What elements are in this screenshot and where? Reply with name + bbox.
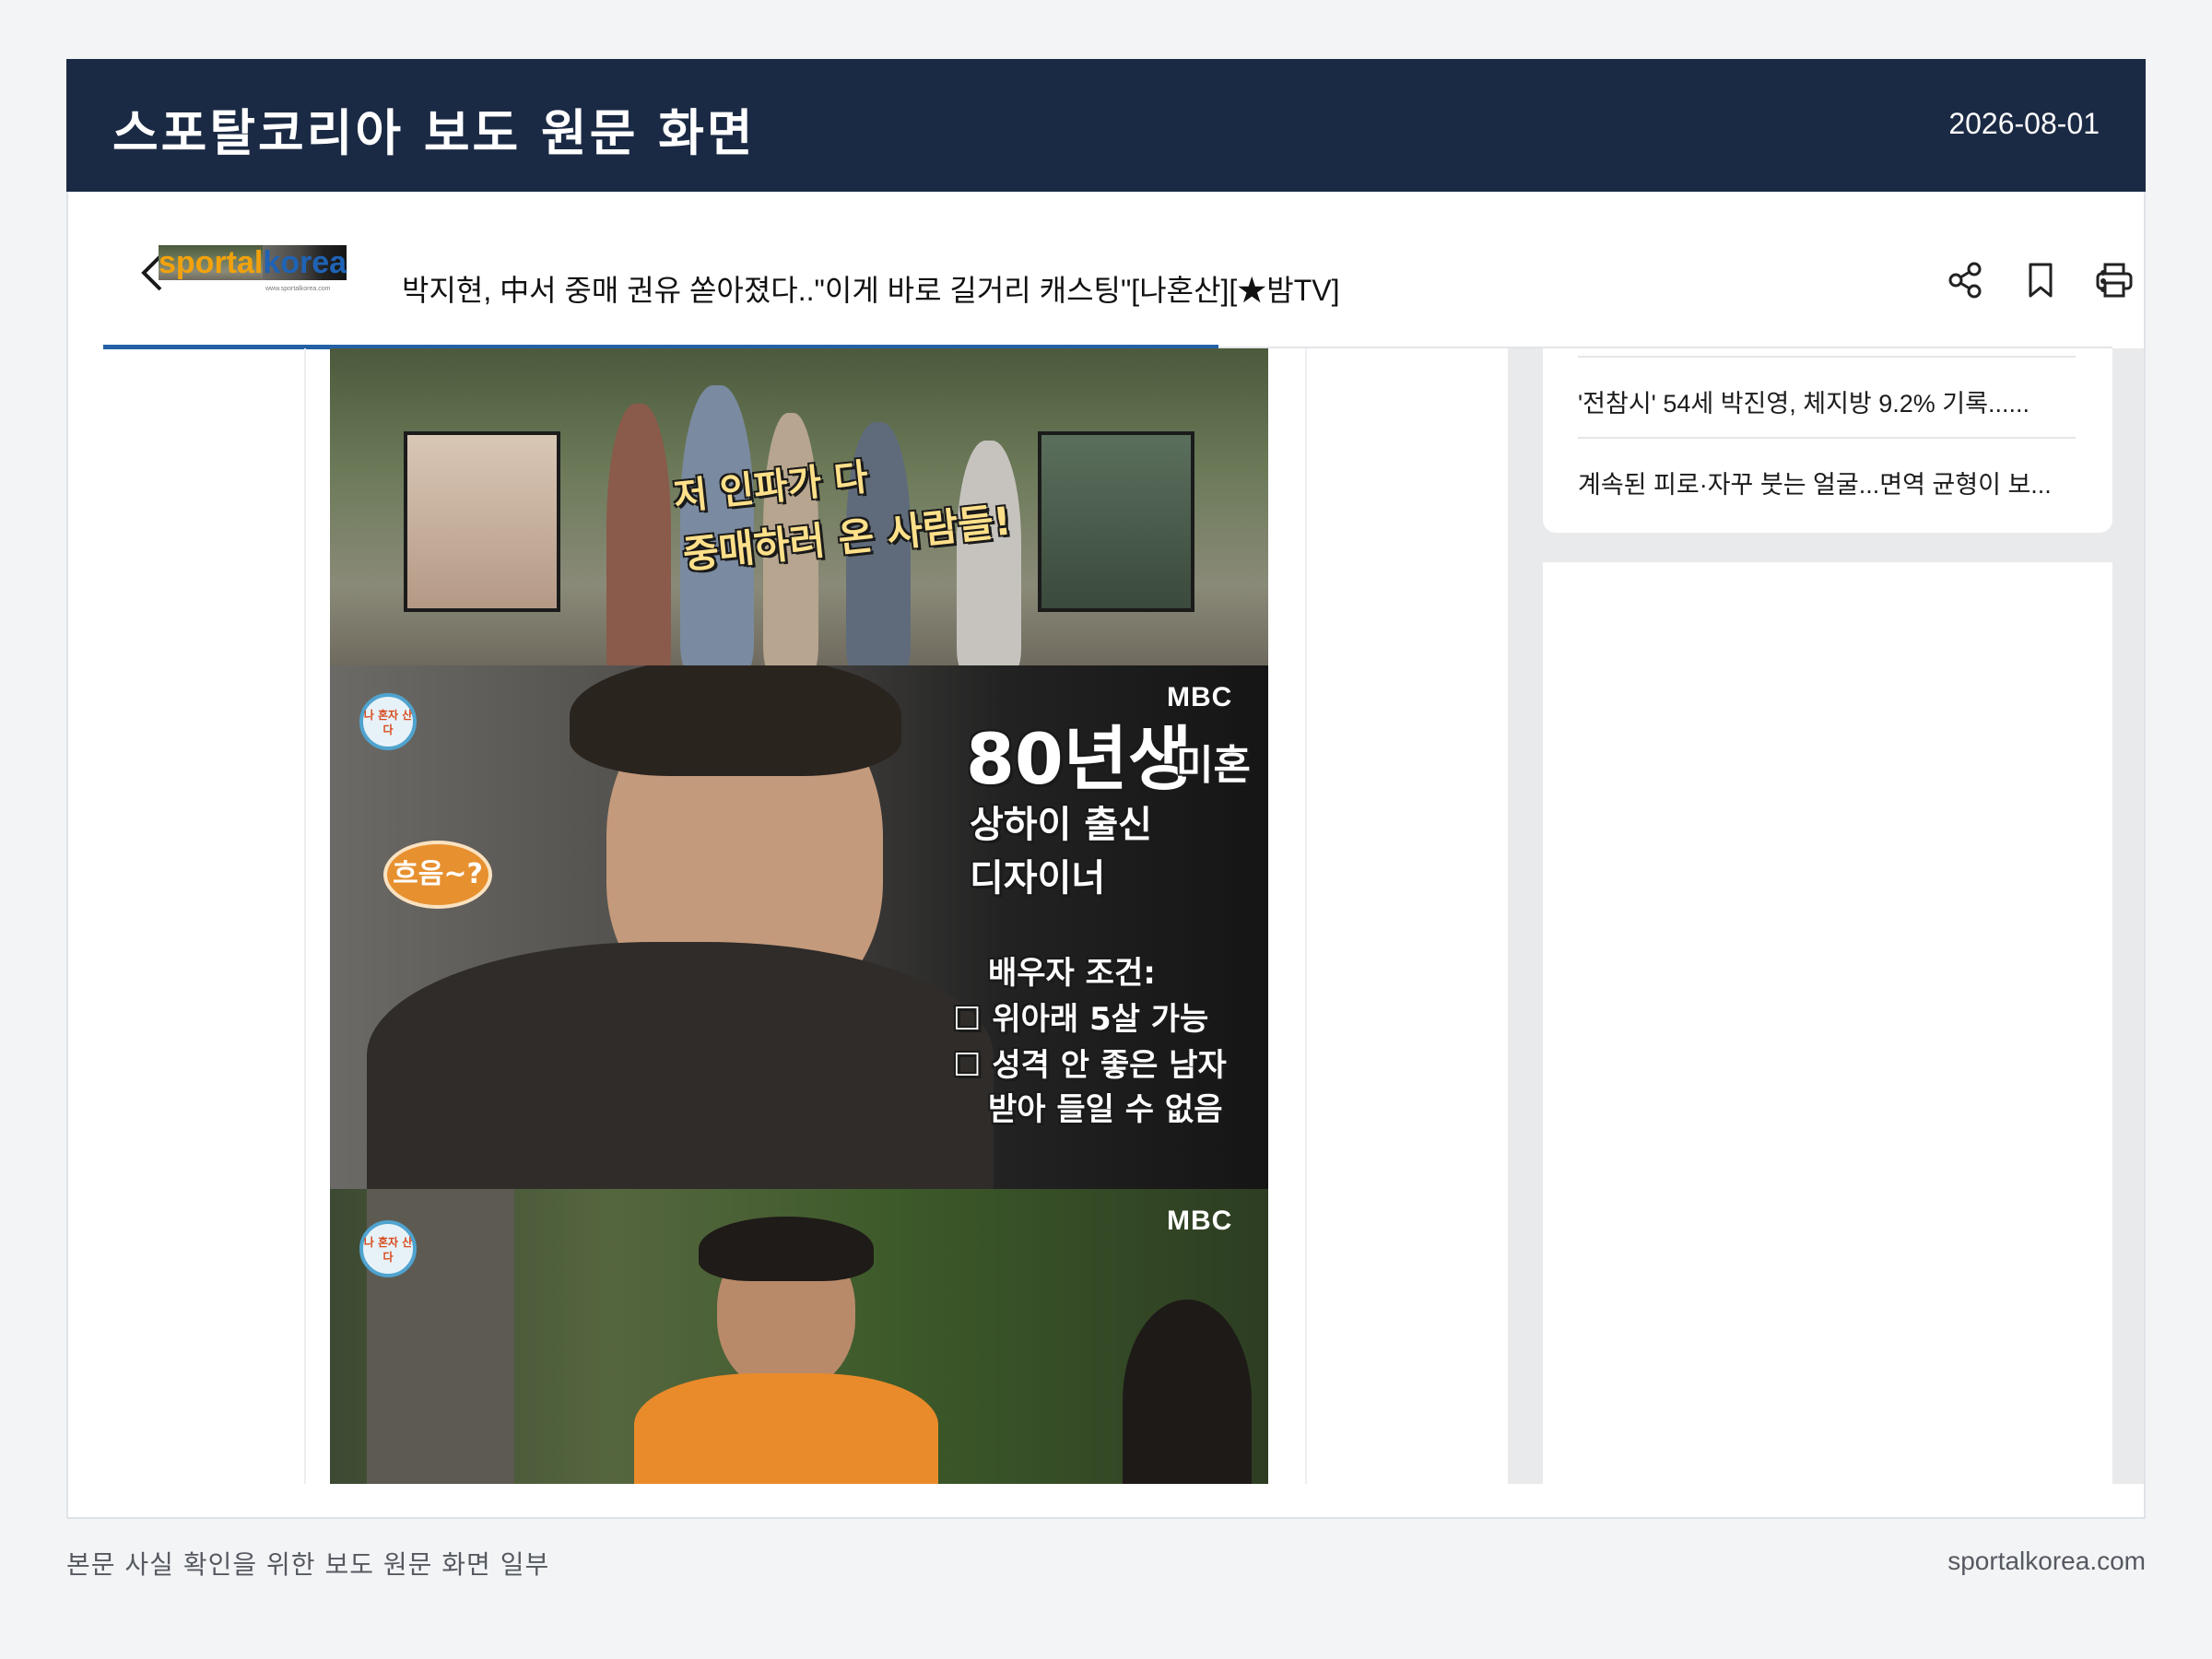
related-news-card: '전참시' 54세 박진영, 체지방 9.2% 기록...... 계속된 피로·… — [1543, 348, 2112, 533]
show-badge: 나 혼자 산다 — [359, 693, 417, 750]
caption-origin: 상하이 출신 — [970, 804, 1152, 846]
caption-cond-2: ☐ 성격 안 좋은 남자 — [953, 1047, 1227, 1084]
sidebar-panel — [1543, 562, 2112, 1484]
caption-cond-3: 받아 들일 수 없음 — [988, 1091, 1223, 1128]
interviewee-hair — [570, 665, 901, 776]
caption-cond-title: 배우자 조건: — [988, 955, 1156, 992]
caption-job: 디자이너 — [970, 857, 1106, 900]
crowd-figure — [957, 441, 1021, 665]
column-divider — [304, 348, 306, 1484]
crowd-figure — [606, 404, 671, 665]
more-icon[interactable] — [2100, 267, 2112, 295]
caption-age: 80년생 — [966, 718, 1193, 800]
mbc-logo: MBC — [1167, 1206, 1233, 1236]
screenshot-frame: sportalkorea www.sportalkorea.com 박지현, 中… — [66, 192, 2146, 1519]
news-divider — [1578, 356, 2076, 358]
footer-domain: sportalkorea.com — [1947, 1547, 2146, 1575]
inset-face-right — [1038, 431, 1194, 612]
interviewee-body — [367, 942, 994, 1189]
share-icon[interactable] — [1945, 260, 1985, 300]
exclaim-bubble: 흐음~? — [383, 841, 492, 909]
site-logo[interactable]: sportalkorea — [159, 245, 347, 286]
page-date: 2026-08-01 — [1948, 107, 2100, 140]
related-news-item[interactable]: '전참시' 54세 박진영, 체지방 9.2% 기록...... — [1578, 383, 2076, 419]
logo-subtext: www.sportalkorea.com — [265, 286, 331, 292]
photo-panel-park: 나 혼자 산다 MBC — [330, 1189, 1268, 1484]
column-divider — [1305, 348, 1307, 1484]
photo-panel-interview: 나 혼자 산다 흐음~? MBC 80년생 미혼 상하이 출신 디자이너 배우자… — [330, 665, 1268, 1189]
news-divider — [1578, 437, 2076, 439]
walker-shirt — [634, 1373, 938, 1484]
photo-panel-crowd: 저 인파가 다 중매하러 온 사람들! — [330, 348, 1268, 665]
show-badge: 나 혼자 산다 — [359, 1220, 417, 1277]
footer-note: 본문 사실 확인을 위한 보도 원문 화면 일부 — [66, 1549, 550, 1580]
page-title: 스포탈코리아 보도 원문 화면 — [112, 104, 756, 162]
inset-face-left — [404, 431, 560, 612]
caption-marital: 미혼 — [1176, 742, 1251, 789]
article-topbar: sportalkorea www.sportalkorea.com 박지현, 中… — [103, 192, 2133, 349]
bystander — [1123, 1300, 1252, 1484]
walker-hair — [699, 1217, 874, 1281]
article-content: '전참시' 54세 박진영, 체지방 9.2% 기록...... 계속된 피로·… — [68, 348, 2144, 1484]
caption-cond-1: ☐ 위아래 5살 가능 — [953, 1001, 1209, 1038]
page-header: 스포탈코리아 보도 원문 화면 2026-08-01 — [66, 59, 2146, 192]
bookmark-icon[interactable] — [2020, 260, 2061, 300]
article-photo: 저 인파가 다 중매하러 온 사람들! 나 혼자 산다 흐음~? MBC 80년… — [330, 348, 1268, 1484]
related-news-item[interactable]: 계속된 피로·자꾸 붓는 얼굴...면역 균형이 보... — [1578, 465, 2076, 500]
article-title: 박지현, 中서 중매 권유 쏟아졌다.."이게 바로 길거리 캐스팅"[나혼산]… — [402, 274, 1340, 307]
